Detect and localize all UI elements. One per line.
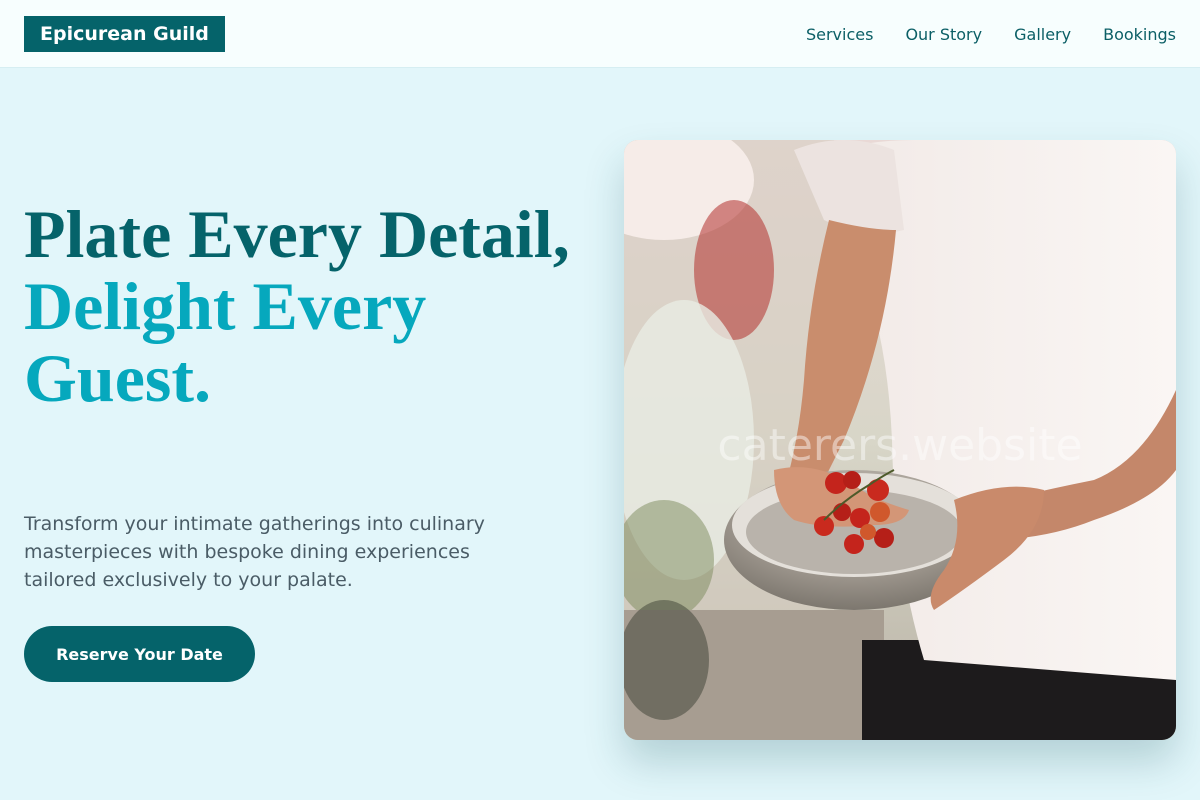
hero-title-line-2: Delight Every Guest.	[24, 268, 427, 416]
nav-link-bookings[interactable]: Bookings	[1103, 25, 1176, 44]
site-header: Epicurean Guild Services Our Story Galle…	[0, 0, 1200, 68]
nav-link-gallery[interactable]: Gallery	[1014, 25, 1071, 44]
image-watermark: caterers.website	[717, 420, 1083, 471]
brand-logo[interactable]: Epicurean Guild	[24, 16, 225, 52]
nav-link-services[interactable]: Services	[806, 25, 873, 44]
reserve-date-button[interactable]: Reserve Your Date	[24, 626, 255, 682]
hero-subtitle: Transform your intimate gatherings into …	[24, 513, 485, 591]
nav-link-our-story[interactable]: Our Story	[905, 25, 982, 44]
hero-title-line-1: Plate Every Detail,	[24, 196, 570, 272]
main-nav: Services Our Story Gallery Bookings	[774, 0, 1176, 68]
hero-title: Plate Every Detail, Delight Every Guest.	[24, 198, 584, 414]
hero-image: caterers.website	[624, 140, 1176, 740]
